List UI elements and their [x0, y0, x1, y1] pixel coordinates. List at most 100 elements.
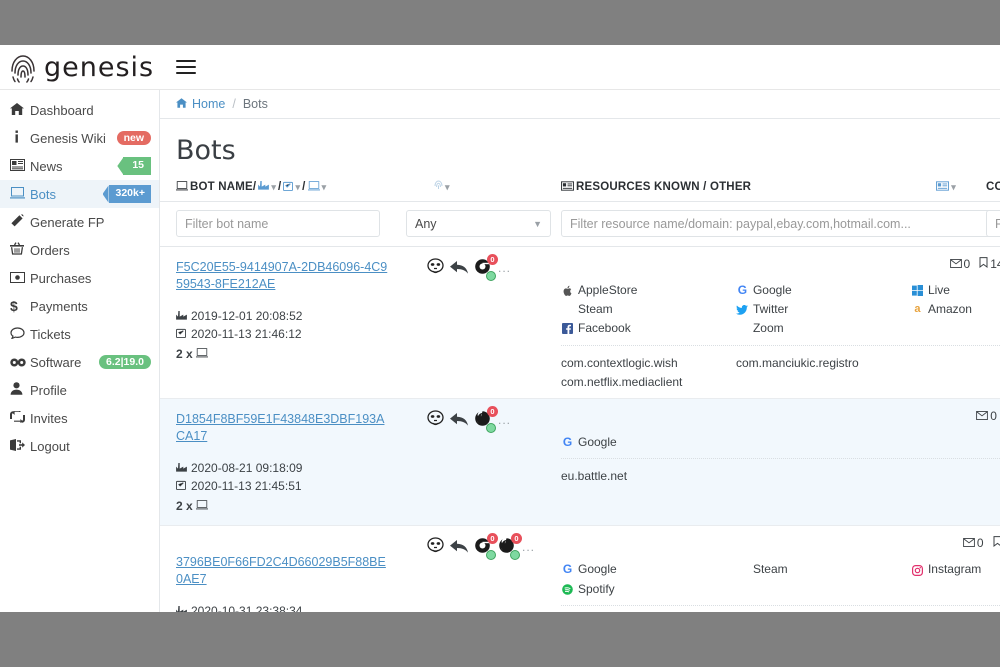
mask-icon[interactable] [426, 258, 445, 277]
sidebar-badge-software-version: 6.2|19.0 [99, 354, 151, 370]
sidebar-item-orders[interactable]: Orders [0, 236, 159, 264]
list-item: Steam [561, 300, 736, 319]
envelope-icon [963, 536, 975, 550]
table-row[interactable]: 3796BE0F66FD2C4D66029B5F88BE0AE7 2020-10… [160, 526, 1000, 612]
sidebar-item-invites[interactable]: Invites [0, 404, 159, 432]
reply-arrow-icon[interactable] [450, 410, 469, 429]
sidebar-item-news[interactable]: News 15 [0, 152, 159, 180]
mask-icon[interactable] [426, 537, 445, 556]
sidebar-item-tickets[interactable]: Tickets [0, 320, 159, 348]
firefox-browser-icon[interactable]: 0 [498, 533, 522, 561]
chevron-down-icon[interactable]: ▾ [322, 182, 327, 193]
sidebar-item-logout[interactable]: Logout [0, 432, 159, 460]
table-row[interactable]: D1854F8BF59E1F43848E3DBF193ACA17 2020-08… [160, 398, 1000, 527]
link-icon [10, 355, 30, 370]
other-column: com.contextlogic.wish com.netflix.mediac… [561, 354, 736, 392]
hamburger-icon[interactable] [176, 60, 197, 74]
sidebar-item-bots[interactable]: Bots 320k+ [0, 180, 159, 208]
mask-icon[interactable] [426, 410, 445, 429]
bot-identity-cell: 3796BE0F66FD2C4D66029B5F88BE0AE7 2020-10… [160, 526, 390, 612]
header-country: CC [970, 180, 1000, 194]
sidebar-item-payments[interactable]: $ Payments [0, 292, 159, 320]
bot-dates: 2019-12-01 20:08:52 2020-11-13 21:46:12 … [176, 307, 390, 364]
bookmark-icon [979, 257, 988, 271]
bot-name-link[interactable]: D1854F8BF59E1F43848E3DBF193ACA17 [176, 411, 390, 445]
chevron-down-icon[interactable]: ▾ [445, 182, 450, 193]
bot-icons-cell: 0 ... [390, 399, 545, 526]
more-icons-indicator[interactable]: ... [522, 537, 535, 554]
other-column: com.manciukic.registro [736, 354, 911, 392]
calendar-icon[interactable] [283, 181, 294, 194]
list-item: Facebook [561, 319, 736, 338]
monitor-icon [10, 186, 30, 202]
retweet-icon [10, 409, 30, 426]
sidebar-item-profile[interactable]: Profile [0, 376, 159, 404]
id-card-icon[interactable] [936, 180, 950, 194]
sidebar-item-purchases[interactable]: Purchases [0, 264, 159, 292]
chevron-down-icon[interactable]: ▾ [271, 182, 276, 193]
reply-arrow-icon[interactable] [450, 258, 469, 277]
bot-name-link[interactable]: 3796BE0F66FD2C4D66029B5F88BE0AE7 [176, 554, 390, 588]
firefox-browser-icon[interactable]: 0 [474, 405, 498, 433]
bot-name-filter-input[interactable]: Filter bot name [176, 210, 380, 237]
country-filter-input[interactable]: Filt [986, 210, 1000, 237]
house-icon [176, 97, 187, 111]
header-bot-name-label: BOT NAME/ [190, 181, 257, 193]
google-icon: G [562, 434, 573, 449]
known-more-label: ...known 8 [911, 580, 1000, 596]
breadcrumb-home-link[interactable]: Home [192, 97, 225, 111]
browser-viewport: genesis Dashboard Genesis Wiki new News … [0, 45, 1000, 612]
reply-arrow-icon[interactable] [450, 537, 469, 556]
factory-icon[interactable] [258, 181, 270, 193]
amazon-icon: a [914, 302, 921, 315]
list-item: AppleStore [561, 281, 736, 300]
chevron-down-icon[interactable]: ▾ [951, 182, 956, 193]
bot-resources-cell: 0 149 0 = 149 AppleStore Steam Facebook [545, 247, 1000, 398]
bot-name-link[interactable]: F5C20E55-9414907A-2DB46096-4C959543-8FE2… [176, 259, 390, 293]
active-dot-icon [510, 550, 520, 561]
type-filter-select[interactable]: Any ▼ [406, 210, 551, 237]
monitor-icon[interactable] [307, 180, 320, 194]
sidebar-item-label: Dashboard [30, 102, 94, 118]
list-item: com.manciukic.registro [735, 355, 859, 370]
resource-label: Facebook [578, 321, 631, 336]
header-country-label: CC [986, 181, 1000, 193]
factory-icon [176, 307, 191, 326]
known-column: Steam [736, 560, 911, 598]
bot-device-count: 2 x [176, 498, 193, 513]
header-resources-label: RESOURCES KNOWN / OTHER [576, 181, 752, 193]
stat-mail: 0 [990, 408, 997, 423]
sidebar-item-label: Generate FP [30, 214, 105, 230]
sidebar-badge-bots-count: 320k+ [108, 185, 151, 203]
more-icons-indicator[interactable]: ... [498, 410, 511, 427]
sidebar-item-generate-fp[interactable]: Generate FP [0, 208, 159, 236]
breadcrumb-separator: / [232, 97, 236, 111]
icon-badge-count: 0 [487, 254, 498, 265]
chevron-down-icon[interactable]: ▾ [295, 182, 300, 193]
main-content: Home / Bots Bots BOT NAME/ ▾ / ▾ / ▾ ▾ R… [160, 90, 1000, 612]
chrome-browser-icon[interactable]: 0 [474, 533, 498, 561]
header-fingerprint: ▾ [390, 180, 545, 194]
logout-icon [10, 438, 30, 454]
sidebar-item-dashboard[interactable]: Dashboard [0, 96, 159, 124]
bot-stats: 0 34 0 = 34 [561, 536, 1000, 550]
bot-dates: 2020-10-31 23:38:34 2020-11-13 21:45:36 … [176, 602, 390, 612]
bot-created-date: 2019-12-01 20:08:52 [191, 308, 303, 323]
newspaper-icon [10, 158, 30, 174]
twitter-icon [736, 304, 749, 315]
sidebar-item-software[interactable]: Software 6.2|19.0 [0, 348, 159, 376]
table-header-row: BOT NAME/ ▾ / ▾ / ▾ ▾ RESOURCES KNOWN / … [160, 174, 1000, 202]
list-item: G Google [561, 560, 736, 579]
known-column [736, 433, 911, 452]
resource-label: Steam [578, 302, 613, 317]
resource-filter-input[interactable]: Filter resource name/domain: paypal,ebay… [561, 210, 998, 237]
known-resources: AppleStore Steam Facebook G Google Twitte… [561, 271, 1000, 339]
chrome-browser-icon[interactable]: 0 [474, 254, 498, 281]
sidebar: Dashboard Genesis Wiki new News 15 Bots … [0, 90, 160, 612]
table-row[interactable]: F5C20E55-9414907A-2DB46096-4C959543-8FE2… [160, 247, 1000, 399]
spotify-icon [561, 583, 574, 595]
more-icons-indicator[interactable]: ... [498, 258, 511, 275]
sidebar-item-genesis-wiki[interactable]: Genesis Wiki new [0, 124, 159, 152]
factory-icon [176, 459, 191, 478]
stat-mail: 0 [963, 257, 971, 271]
